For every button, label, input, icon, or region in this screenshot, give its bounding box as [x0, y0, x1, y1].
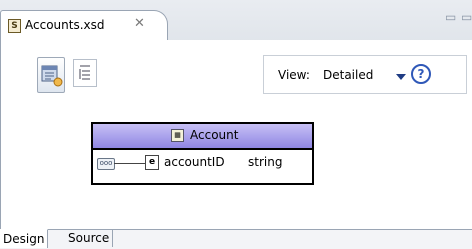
- element-name[interactable]: accountID: [164, 155, 225, 169]
- complex-type-icon: ▦: [171, 129, 184, 142]
- view-mode-select[interactable]: Detailed: [323, 68, 373, 82]
- tab-design[interactable]: Design: [0, 229, 49, 248]
- schema-view-button[interactable]: [37, 57, 65, 93]
- sequence-connector: [114, 163, 145, 164]
- sequence-icon[interactable]: ooo: [97, 158, 115, 170]
- close-tab-icon[interactable]: ✕: [134, 16, 145, 31]
- maximize-icon[interactable]: ▭: [461, 10, 472, 24]
- outline-view-button[interactable]: [73, 59, 97, 87]
- schema-view-icon: [41, 65, 63, 87]
- outline-view-icon: [79, 65, 90, 80]
- xsd-schema-file-icon: S: [8, 19, 21, 33]
- minimize-icon[interactable]: ▭: [445, 10, 456, 24]
- complex-type-account[interactable]: ▦ Account ooo e accountID string: [91, 122, 314, 185]
- chevron-down-icon[interactable]: [396, 74, 406, 80]
- element-type[interactable]: string: [248, 155, 282, 169]
- view-label: View:: [278, 68, 310, 82]
- complex-type-name: Account: [190, 128, 239, 142]
- tab-source[interactable]: Source: [65, 229, 114, 247]
- help-icon[interactable]: ?: [411, 64, 431, 84]
- complex-type-header: ▦ Account: [93, 124, 312, 150]
- editor-tab-accounts-xsd[interactable]: S Accounts.xsd ✕: [0, 10, 168, 41]
- element-icon: e: [145, 155, 159, 170]
- editor-tab-title: Accounts.xsd: [25, 18, 105, 32]
